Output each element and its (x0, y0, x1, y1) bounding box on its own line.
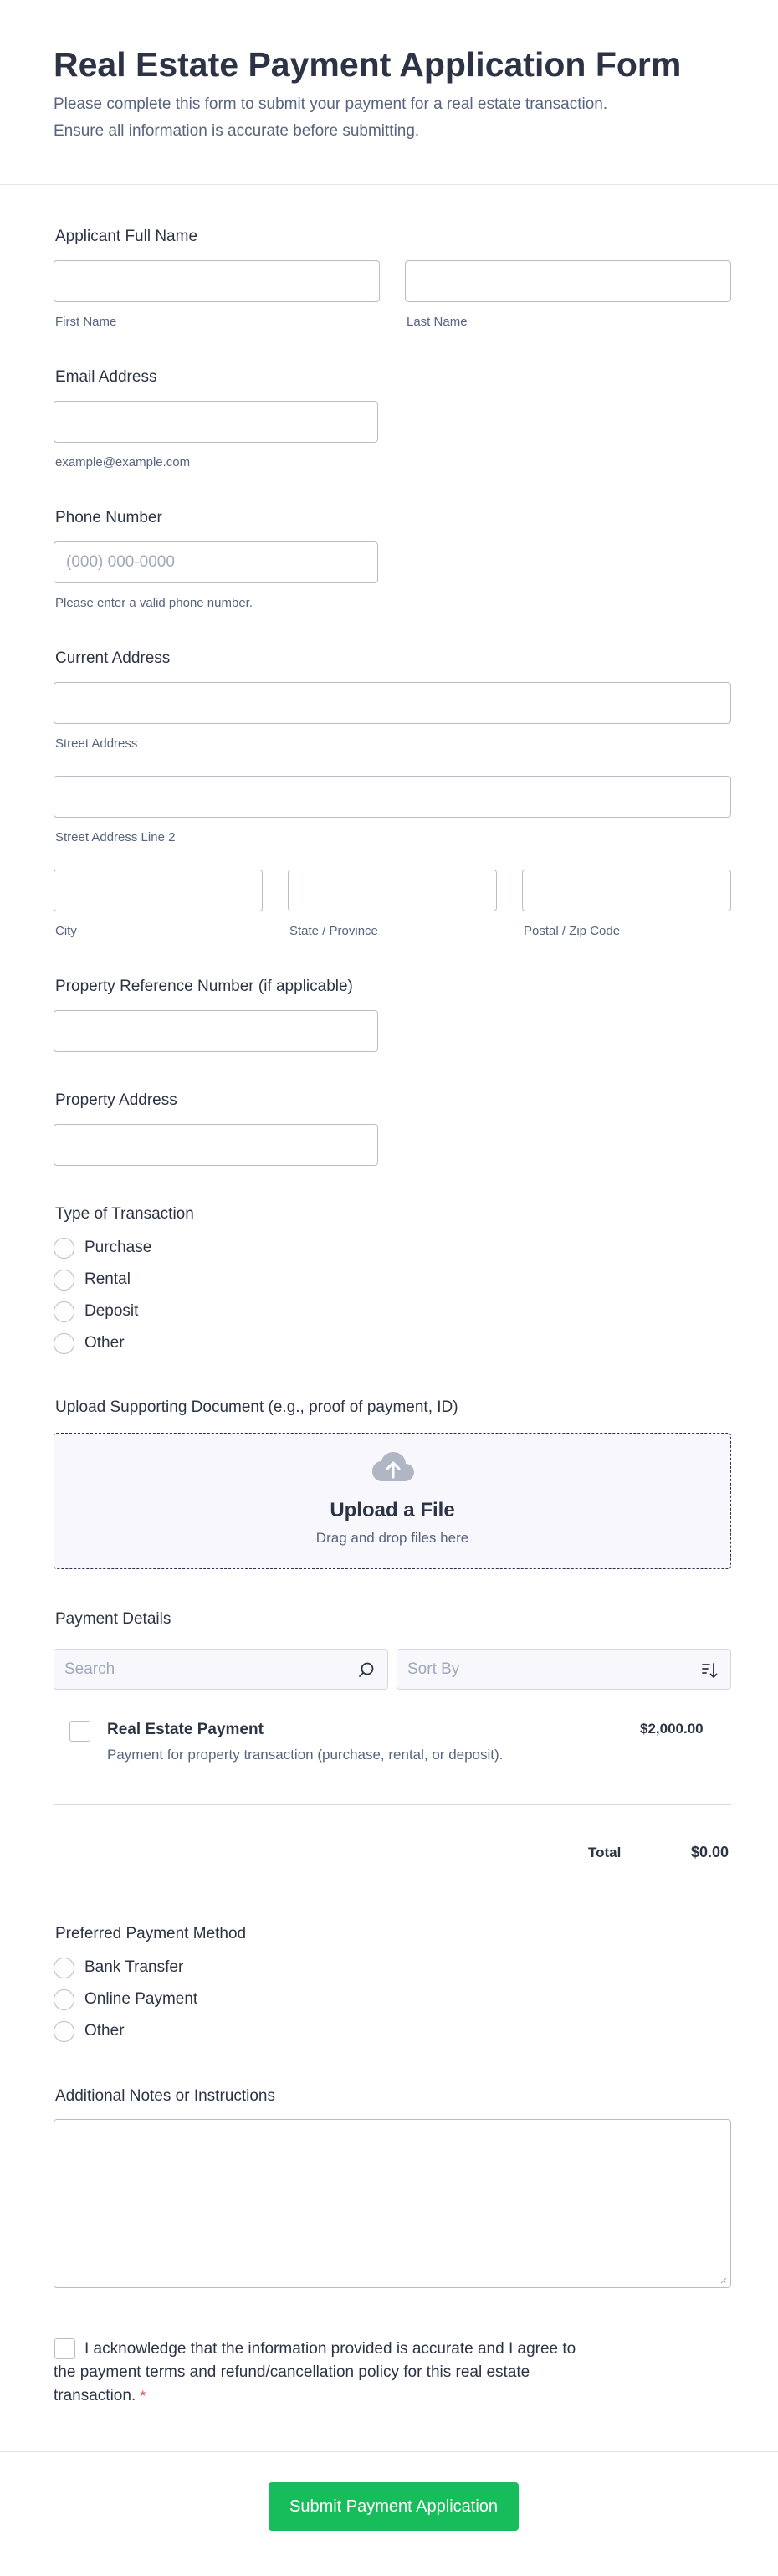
payment-method-label: Preferred Payment Method (55, 1925, 247, 1942)
radio-label: Bank Transfer (84, 1958, 184, 1976)
sort-placeholder: Sort By (407, 1660, 460, 1678)
total-value: $0.00 (691, 1844, 729, 1860)
radio-label: Deposit (84, 1302, 139, 1320)
street-address-sublabel: Street Address (55, 736, 138, 751)
product-name: Real Estate Payment (107, 1721, 264, 1738)
notes-textarea[interactable] (54, 2119, 731, 2288)
radio-option-rental[interactable]: Rental (54, 1269, 131, 1291)
first-name-input[interactable] (54, 260, 380, 302)
product-search-input[interactable]: Search (54, 1649, 388, 1690)
radio-option-purchase[interactable]: Purchase (54, 1237, 151, 1259)
radio-option-other-method[interactable]: Other (54, 2020, 125, 2042)
product-price: $2,000.00 (640, 1721, 704, 1737)
radio-label: Online Payment (84, 1990, 198, 2008)
form-footer: Submit Payment Application (0, 2451, 778, 2576)
property-ref-input[interactable] (54, 1010, 378, 1052)
form-description-line2: Ensure all information is accurate befor… (54, 122, 420, 140)
radio-label: Other (84, 1334, 125, 1352)
product-divider (54, 1804, 731, 1805)
cloud-upload-icon (372, 1452, 414, 1481)
sort-icon (702, 1663, 718, 1678)
full-name-label: Applicant Full Name (55, 228, 198, 245)
property-ref-label: Property Reference Number (if applicable… (55, 978, 353, 995)
phone-sublabel: Please enter a valid phone number. (55, 596, 253, 610)
required-asterisk: * (140, 2388, 146, 2404)
form-description-line1: Please complete this form to submit your… (54, 95, 608, 113)
street-address-input[interactable] (54, 682, 731, 724)
radio-option-online-payment[interactable]: Online Payment (54, 1988, 197, 2010)
resize-grip-icon[interactable] (719, 2276, 727, 2284)
radio-circle[interactable] (54, 1237, 74, 1259)
email-input[interactable] (54, 401, 378, 443)
acknowledge-text: I acknowledge that the information provi… (54, 2337, 656, 2408)
phone-placeholder: (000) 000-0000 (66, 553, 175, 571)
radio-label: Other (84, 2022, 125, 2040)
radio-option-other[interactable]: Other (54, 1332, 125, 1354)
payment-details-label: Payment Details (55, 1610, 171, 1628)
state-sublabel: State / Province (289, 924, 378, 938)
search-placeholder: Search (64, 1660, 115, 1678)
state-input[interactable] (288, 870, 497, 911)
city-input[interactable] (54, 870, 263, 911)
phone-label: Phone Number (55, 509, 162, 526)
last-name-input[interactable] (405, 260, 731, 302)
radio-circle[interactable] (54, 1301, 74, 1322)
form-description: Please complete this form to submit your… (54, 91, 724, 145)
radio-option-deposit[interactable]: Deposit (54, 1301, 138, 1322)
email-sublabel: example@example.com (55, 455, 191, 470)
search-icon (359, 1662, 374, 1677)
sort-by-select[interactable]: Sort By (397, 1649, 731, 1690)
product-description: Payment for property transaction (purcha… (107, 1747, 504, 1763)
first-name-sublabel: First Name (55, 315, 117, 329)
street-address-line2-input[interactable] (54, 776, 731, 818)
upload-label: Upload Supporting Document (e.g., proof … (55, 1398, 458, 1416)
upload-title: Upload a File (330, 1499, 455, 1521)
address-label: Current Address (55, 649, 171, 667)
street-address-line2-sublabel: Street Address Line 2 (55, 830, 176, 844)
upload-dropzone[interactable]: Upload a File Drag and drop files here (54, 1433, 731, 1569)
radio-label: Rental (84, 1270, 131, 1288)
radio-circle[interactable] (54, 1988, 74, 2010)
radio-circle[interactable] (54, 1269, 74, 1291)
acknowledge-line1: I acknowledge that the information provi… (84, 2340, 576, 2358)
phone-input[interactable]: (000) 000-0000 (54, 541, 378, 583)
zip-input[interactable] (522, 870, 731, 911)
radio-circle[interactable] (54, 2020, 74, 2042)
upload-hint: Drag and drop files here (315, 1530, 469, 1546)
radio-circle[interactable] (54, 1332, 74, 1354)
notes-label: Additional Notes or Instructions (55, 2087, 275, 2105)
zip-sublabel: Postal / Zip Code (524, 924, 621, 938)
acknowledge-line3: transaction. (54, 2387, 136, 2404)
city-sublabel: City (55, 924, 77, 938)
form-header: Real Estate Payment Application Form Ple… (0, 0, 778, 185)
last-name-sublabel: Last Name (407, 315, 468, 329)
total-label: Total (588, 1845, 622, 1860)
form-title: Real Estate Payment Application Form (54, 45, 682, 84)
radio-label: Purchase (84, 1239, 152, 1256)
transaction-type-label: Type of Transaction (55, 1205, 194, 1223)
submit-button[interactable]: Submit Payment Application (269, 2482, 519, 2531)
email-label: Email Address (55, 368, 157, 386)
radio-circle[interactable] (54, 1957, 74, 1978)
radio-option-bank-transfer[interactable]: Bank Transfer (54, 1957, 183, 1978)
property-address-label: Property Address (55, 1091, 177, 1109)
property-address-input[interactable] (54, 1124, 378, 1166)
acknowledge-line2: the payment terms and refund/cancellatio… (54, 2363, 530, 2381)
product-checkbox[interactable] (69, 1721, 90, 1742)
